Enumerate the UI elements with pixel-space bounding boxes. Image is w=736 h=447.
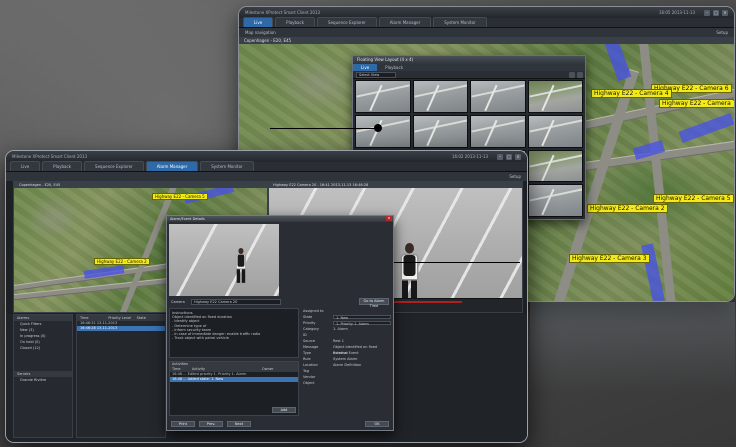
front-window: Milestone XProtect Smart Client 2013 16:… — [5, 150, 528, 443]
reflection — [530, 302, 735, 392]
camera-zone — [678, 112, 734, 144]
filter-closed[interactable]: Closed (12) — [14, 345, 72, 351]
map-navigation-label[interactable]: Map navigation — [245, 30, 276, 35]
minimize-icon[interactable]: – — [704, 9, 710, 16]
back-window-clock: 16:05 2013-11-13 — [658, 10, 695, 15]
back-tabs: Live Playback Sequence Explorer Alarm Ma… — [239, 17, 734, 28]
camera-thumbnail[interactable] — [527, 184, 583, 217]
add-button[interactable]: Add — [272, 407, 296, 413]
camera-thumbnail[interactable] — [470, 80, 526, 113]
front-window-clock: 16:02 2013-11-13 — [451, 154, 488, 159]
view-select[interactable]: Select View — [356, 72, 396, 78]
connector-line — [270, 128, 380, 129]
front-tabs: Live Playback Sequence Explorer Alarm Ma… — [6, 161, 527, 172]
tab-playback[interactable]: Playback — [275, 17, 316, 27]
camera-label[interactable]: Highway E22 - Camera 4 — [591, 89, 672, 98]
camera-thumbnail[interactable] — [527, 80, 583, 113]
close-icon[interactable]: × — [515, 153, 521, 160]
dialog-title: Floating View Layout (4 x 4) — [353, 56, 585, 64]
camera-thumbnail[interactable] — [527, 114, 583, 148]
dialog-tabs: Live Playback — [353, 64, 585, 71]
connector-line — [386, 262, 520, 263]
tab-alarm-manager[interactable]: Alarm Manager — [145, 161, 199, 171]
camera-thumbnail[interactable] — [470, 114, 526, 148]
next-button[interactable]: Next — [227, 421, 251, 427]
maximize-icon[interactable]: □ — [713, 9, 719, 16]
camera-thumbnail[interactable] — [412, 80, 468, 113]
dialog-toolbar: Select View — [353, 71, 585, 79]
dialog-video[interactable] — [169, 224, 279, 296]
camera-label[interactable]: Highway E22 - Camera 5 — [152, 193, 208, 200]
front-window-title: Milestone XProtect Smart Client 2013 — [12, 154, 88, 159]
maximize-icon[interactable] — [569, 72, 575, 78]
tab-playback[interactable]: Playback — [42, 161, 83, 171]
prev-button[interactable]: Prev. — [199, 421, 223, 427]
camera-thumbnail[interactable] — [355, 114, 411, 148]
ok-button[interactable]: OK — [365, 421, 389, 427]
camera-thumbnail[interactable] — [527, 149, 583, 183]
alarms-side-panel: Alarms Quick Filters New (3) In progress… — [13, 314, 73, 438]
setup-button[interactable]: Setup — [509, 174, 521, 179]
dialog-title: Alarm/Event Details — [167, 216, 393, 222]
stage: Milestone XProtect Smart Client 2013 16:… — [0, 0, 736, 447]
camera-select[interactable]: Highway E22 Camera 20 — [191, 299, 281, 305]
camera-label[interactable]: Highway E22 - Camera 7 — [659, 99, 734, 108]
camera-label[interactable]: Highway E22 - Camera 3 — [569, 254, 650, 263]
tab-system-monitor[interactable]: System Monitor — [200, 161, 254, 171]
activities-box: Activities Time Activity Owner 16:46 ...… — [169, 361, 299, 416]
maximize-icon[interactable]: □ — [506, 153, 512, 160]
alarm-details-dialog: Alarm/Event Details × Camera Highway E22… — [166, 215, 394, 431]
close-icon[interactable]: × — [722, 9, 728, 16]
instruction-line: - Track object with patrol vehicle — [172, 336, 229, 341]
alarm-row[interactable]: 16:46:28 13-11-2013 — [77, 326, 165, 331]
instructions-box: Instructions Object identified on fixed … — [169, 308, 299, 358]
column-header[interactable]: State — [137, 315, 165, 321]
activity-row[interactable]: 16:46 ... Added state: 1. New — [170, 377, 298, 382]
camera-label[interactable]: Highway E22 - Camera 2 — [94, 258, 150, 265]
tab-system-monitor[interactable]: System Monitor — [433, 17, 487, 27]
tab-playback[interactable]: Playback — [377, 64, 411, 71]
camera-zone — [604, 44, 632, 82]
property-row: Object — [303, 381, 315, 385]
dialog-video-feed — [169, 224, 279, 296]
close-icon[interactable]: × — [386, 216, 392, 221]
settings-icon[interactable] — [577, 72, 583, 78]
priority-select[interactable]: 1. Priority 1. Alarm — [333, 321, 391, 326]
back-subbar: Map navigation Setup — [239, 28, 734, 37]
state-select[interactable]: 1. New — [333, 315, 391, 320]
minimize-icon[interactable]: – — [497, 153, 503, 160]
dialog-footer: Print Prev. Next OK — [169, 420, 391, 428]
tab-live[interactable]: Live — [10, 161, 41, 171]
back-map-title: Copenhagen - E20, E45 — [239, 37, 734, 44]
camera-thumbnail[interactable] — [355, 80, 411, 113]
alarm-list: Time Priority Level State 16:46:31 13-11… — [76, 314, 166, 438]
tab-alarm-manager[interactable]: Alarm Manager — [378, 17, 432, 27]
camera-label: Camera — [171, 300, 185, 304]
alarm-properties: Assigned to State 1. New Priority 1. Prior… — [303, 308, 391, 428]
tab-sequence-explorer[interactable]: Sequence Explorer — [84, 161, 144, 171]
back-window-title: Milestone XProtect Smart Client 2013 — [245, 10, 321, 15]
server-item[interactable]: Grande Rivière — [14, 377, 72, 383]
setup-button[interactable]: Setup — [716, 30, 728, 35]
connector-dot — [374, 124, 382, 132]
tab-sequence-explorer[interactable]: Sequence Explorer — [317, 17, 377, 27]
go-to-alarm-time-button[interactable]: Go to Alarm Time — [359, 298, 389, 308]
tab-live[interactable]: Live — [243, 17, 274, 27]
print-button[interactable]: Print — [171, 421, 195, 427]
front-subbar: Setup — [6, 172, 527, 181]
camera-label[interactable]: Highway E22 - Camera 2 — [587, 204, 668, 213]
camera-row: Camera Highway E22 Camera 20 Go to Alarm… — [169, 298, 391, 308]
tab-live[interactable]: Live — [353, 64, 378, 71]
camera-thumbnail[interactable] — [412, 114, 468, 148]
camera-label[interactable]: Highway E22 - Camera 5 — [653, 194, 734, 203]
